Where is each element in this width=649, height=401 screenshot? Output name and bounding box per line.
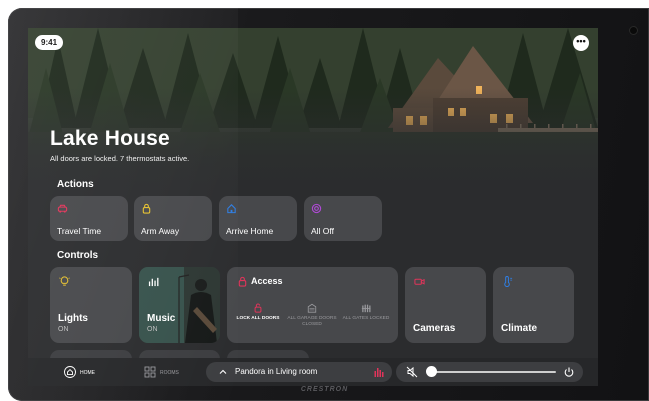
nav-rooms-label: ROOMS xyxy=(160,370,179,376)
garage-doors-status[interactable]: ALL GARAGE DOORS CLOSED xyxy=(284,303,340,328)
home-icon xyxy=(64,366,76,378)
lights-state: ON xyxy=(58,326,69,333)
actions-heading: Actions xyxy=(57,179,94,190)
lock-icon xyxy=(238,276,247,287)
action-all-off[interactable]: All Off xyxy=(304,196,382,241)
padlock-icon xyxy=(142,203,151,214)
control-climate[interactable]: Climate xyxy=(493,267,574,343)
grid-icon xyxy=(144,366,156,378)
action-label: Arm Away xyxy=(141,226,180,236)
action-label: All Off xyxy=(311,226,334,236)
equalizer-icon xyxy=(148,277,159,287)
home-icon xyxy=(227,204,236,214)
access-item-label: ALL GATES LOCKED xyxy=(342,316,390,321)
status-time: 9:41 xyxy=(35,35,64,50)
music-state: ON xyxy=(147,326,158,333)
control-cameras[interactable]: Cameras xyxy=(405,267,486,343)
access-title: Access xyxy=(251,276,283,286)
mute-icon[interactable] xyxy=(406,366,418,378)
camera-lens xyxy=(629,26,638,35)
gates-status[interactable]: ALL GATES LOCKED xyxy=(338,303,394,322)
now-playing-text: Pandora in Living room xyxy=(235,367,318,376)
volume-slider-track[interactable] xyxy=(436,371,556,373)
now-playing-bar[interactable]: Pandora in Living room xyxy=(206,362,392,382)
power-ring-icon xyxy=(311,203,322,214)
thermometer-icon xyxy=(504,276,513,287)
action-arm-away[interactable]: Arm Away xyxy=(134,196,212,241)
controls-heading: Controls xyxy=(57,250,99,261)
action-label: Travel Time xyxy=(57,226,102,236)
action-travel-time[interactable]: Travel Time xyxy=(50,196,128,241)
climate-label: Climate xyxy=(501,323,538,334)
action-arrive-home[interactable]: Arrive Home xyxy=(219,196,297,241)
equalizer-icon xyxy=(374,368,384,377)
power-icon[interactable] xyxy=(563,366,575,378)
bottom-nav-bar: HOME ROOMS Pandora in Living room xyxy=(28,358,598,386)
more-options-button[interactable]: ••• xyxy=(573,35,589,51)
nav-home-label: HOME xyxy=(80,370,95,376)
brand-logo: CRESTRON xyxy=(300,386,349,393)
volume-control[interactable] xyxy=(396,362,583,382)
car-icon xyxy=(57,204,68,213)
screen: 9:41 ••• Lake House All doors are locked… xyxy=(28,28,598,386)
lightbulb-icon xyxy=(59,276,70,286)
cameras-label: Cameras xyxy=(413,323,456,334)
access-item-label: LOCK ALL DOORS xyxy=(236,316,280,321)
control-access[interactable]: Access LOCK ALL DOORS ALL GARAGE DOORS C… xyxy=(227,267,398,343)
hero-image: 9:41 ••• Lake House All doors are locked… xyxy=(28,28,598,188)
lock-all-doors-button[interactable]: LOCK ALL DOORS xyxy=(230,303,286,322)
garage-icon xyxy=(307,303,317,313)
page-subtitle: All doors are locked. 7 thermostats acti… xyxy=(50,154,190,163)
action-label: Arrive Home xyxy=(226,226,274,236)
lights-label: Lights xyxy=(58,313,88,324)
control-music[interactable]: Music ON xyxy=(139,267,220,343)
control-lights[interactable]: Lights ON xyxy=(50,267,132,343)
chevron-up-icon xyxy=(219,369,227,374)
unlock-icon xyxy=(254,303,262,313)
gate-icon xyxy=(361,304,371,313)
page-title: Lake House xyxy=(50,127,170,150)
volume-slider-handle[interactable] xyxy=(426,366,437,377)
camera-icon xyxy=(414,278,425,285)
music-label: Music xyxy=(147,313,176,324)
access-item-label: ALL GARAGE DOORS CLOSED xyxy=(287,316,337,327)
